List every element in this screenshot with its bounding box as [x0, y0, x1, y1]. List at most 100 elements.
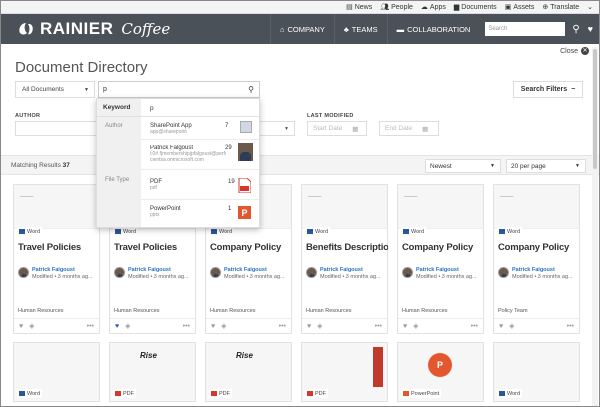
nav-company[interactable]: ⌂ COMPANY	[269, 14, 334, 44]
logo[interactable]: RAINIER Coffee	[1, 19, 170, 39]
thumbnail-text-lines: ▁▁▁▁▁	[500, 193, 514, 197]
scope-select[interactable]: All Documents ▼	[15, 81, 95, 98]
author-name[interactable]: Patrick Falgoust	[416, 267, 477, 274]
documents-link[interactable]: ▆ Documents	[454, 3, 497, 12]
follow-icon[interactable]: ◈	[125, 322, 130, 330]
author-name[interactable]: Patrick Falgoust	[224, 267, 285, 274]
file-type-badge: Word	[17, 389, 43, 398]
scrollbar-thumb[interactable]	[593, 49, 597, 169]
nav-collaboration[interactable]: ▬ COLLABORATION	[386, 14, 480, 44]
file-type-badge: Word	[305, 227, 331, 236]
document-card[interactable]: ▁▁▁▁▁ Word Benefits Description Patrick …	[301, 184, 388, 334]
heart-icon[interactable]: ♥	[307, 323, 311, 330]
document-title[interactable]: Benefits Description	[306, 242, 388, 253]
more-icon[interactable]: •••	[567, 323, 574, 330]
file-type-badge: PowerPoint	[401, 389, 442, 398]
thumbnail-accent	[373, 347, 383, 387]
more-icon[interactable]: •••	[471, 323, 478, 330]
file-type-badge: Word	[497, 389, 523, 398]
heart-icon[interactable]: ♥	[588, 24, 593, 34]
divider	[141, 139, 259, 140]
document-card[interactable]: ▁▁▁▁▁ Word Travel Policies Patrick Falgo…	[13, 184, 100, 334]
results-bar: Matching Results 37 Newest ▼ 20 per page…	[1, 155, 599, 175]
start-date-input[interactable]: Start Date ▦	[307, 121, 367, 136]
department: Human Resources	[114, 308, 160, 314]
scrollbar[interactable]	[592, 47, 598, 406]
card-actions: ♥ ◈ •••	[398, 318, 483, 333]
follow-icon[interactable]: ◈	[509, 322, 514, 330]
document-title[interactable]: Company Policy	[498, 242, 580, 253]
more-icon[interactable]: •••	[183, 323, 190, 330]
close-button[interactable]: Close ✕	[560, 47, 589, 55]
people-icon: 👥︎	[380, 4, 390, 11]
apps-link[interactable]: ☁ Apps	[421, 3, 446, 12]
keyword-value: p	[150, 105, 154, 112]
document-card[interactable]: P PowerPoint	[397, 342, 484, 402]
globe-icon: ⊕	[542, 4, 549, 11]
follow-icon[interactable]: ◈	[413, 322, 418, 330]
chevron-down-icon[interactable]: ⌄	[587, 3, 593, 11]
people-link[interactable]: 👥︎ People	[380, 3, 413, 12]
author-name[interactable]: Patrick Falgoust	[512, 267, 573, 274]
thumbnail-text-lines: ▁▁▁▁▁	[308, 193, 322, 197]
pdf-icon	[115, 391, 121, 396]
news-link[interactable]: ▤ News	[346, 3, 372, 12]
per-page-select[interactable]: 20 per page ▼	[506, 159, 586, 173]
follow-icon[interactable]: ◈	[29, 322, 34, 330]
pdf-icon	[238, 178, 251, 193]
search-suggestions-dropdown: Keyword p Author SharePoint App app@shar…	[96, 98, 260, 228]
document-card[interactable]: Rise PDF	[109, 342, 196, 402]
filter-select[interactable]: ▼	[259, 121, 295, 136]
author-filter-input[interactable]	[15, 121, 97, 136]
document-card[interactable]: ▁▁▁▁▁ Word Company Policy Patrick Falgou…	[493, 184, 580, 334]
avatar-shirt	[240, 152, 251, 161]
author-name[interactable]: Patrick Falgoust	[128, 267, 189, 274]
document-card[interactable]: Rise PDF	[205, 342, 292, 402]
document-thumbnail: ▁▁▁▁▁	[398, 185, 483, 229]
document-card[interactable]: Word	[13, 342, 100, 402]
author-name[interactable]: Patrick Falgoust	[320, 267, 381, 274]
more-icon[interactable]: •••	[375, 323, 382, 330]
department: Human Resources	[210, 308, 256, 314]
document-card[interactable]: ▁▁▁▁▁ Word Company Policy Patrick Falgou…	[397, 184, 484, 334]
heart-icon[interactable]: ♥	[115, 323, 119, 330]
avatar	[210, 267, 221, 278]
avatar	[306, 267, 317, 278]
document-card[interactable]: Word	[493, 342, 580, 402]
more-icon[interactable]: •••	[279, 323, 286, 330]
follow-icon[interactable]: ◈	[317, 322, 322, 330]
card-actions: ♥ ◈ •••	[14, 318, 99, 333]
heart-icon[interactable]: ♥	[19, 323, 23, 330]
search-icon[interactable]: ⚲	[572, 24, 579, 35]
document-title[interactable]: Travel Policies	[114, 242, 196, 253]
document-title[interactable]: Company Policy	[402, 242, 484, 253]
author-info: Patrick Falgoust Modified • 3 months ag..…	[114, 267, 189, 281]
powerpoint-icon: P	[428, 353, 452, 377]
search-input[interactable]: p ⚲	[98, 81, 260, 98]
end-date-input[interactable]: End Date ▦	[379, 121, 439, 136]
keyword-label: Keyword	[103, 104, 131, 111]
nav-teams[interactable]: ♣ TEAMS	[333, 14, 387, 44]
suggestion-patrick-falgoust[interactable]: Patrick Falgoust i:0#.f|membership|pfalg…	[150, 145, 228, 169]
more-icon[interactable]: •••	[87, 323, 94, 330]
document-card[interactable]: PDF	[301, 342, 388, 402]
heart-icon[interactable]: ♥	[211, 323, 215, 330]
avatar	[498, 267, 509, 278]
search-filters-button[interactable]: Search Filters −	[513, 81, 583, 98]
heart-icon[interactable]: ♥	[499, 323, 503, 330]
caret-down-icon: ▼	[490, 163, 495, 169]
heart-icon[interactable]: ♥	[403, 323, 407, 330]
assets-link[interactable]: ▣ Assets	[505, 3, 535, 12]
department: Human Resources	[18, 308, 64, 314]
follow-icon[interactable]: ◈	[221, 322, 226, 330]
brand-name-secondary: Coffee	[121, 20, 171, 38]
avatar	[402, 267, 413, 278]
sort-select[interactable]: Newest ▼	[425, 159, 501, 173]
word-icon	[499, 391, 505, 396]
header-search-input[interactable]: Search	[485, 22, 566, 36]
document-title[interactable]: Travel Policies	[18, 242, 100, 253]
teams-icon: ♣	[343, 24, 349, 34]
translate-link[interactable]: ⊕ Translate	[542, 3, 579, 12]
document-title[interactable]: Company Policy	[210, 242, 292, 253]
author-name[interactable]: Patrick Falgoust	[32, 267, 93, 274]
